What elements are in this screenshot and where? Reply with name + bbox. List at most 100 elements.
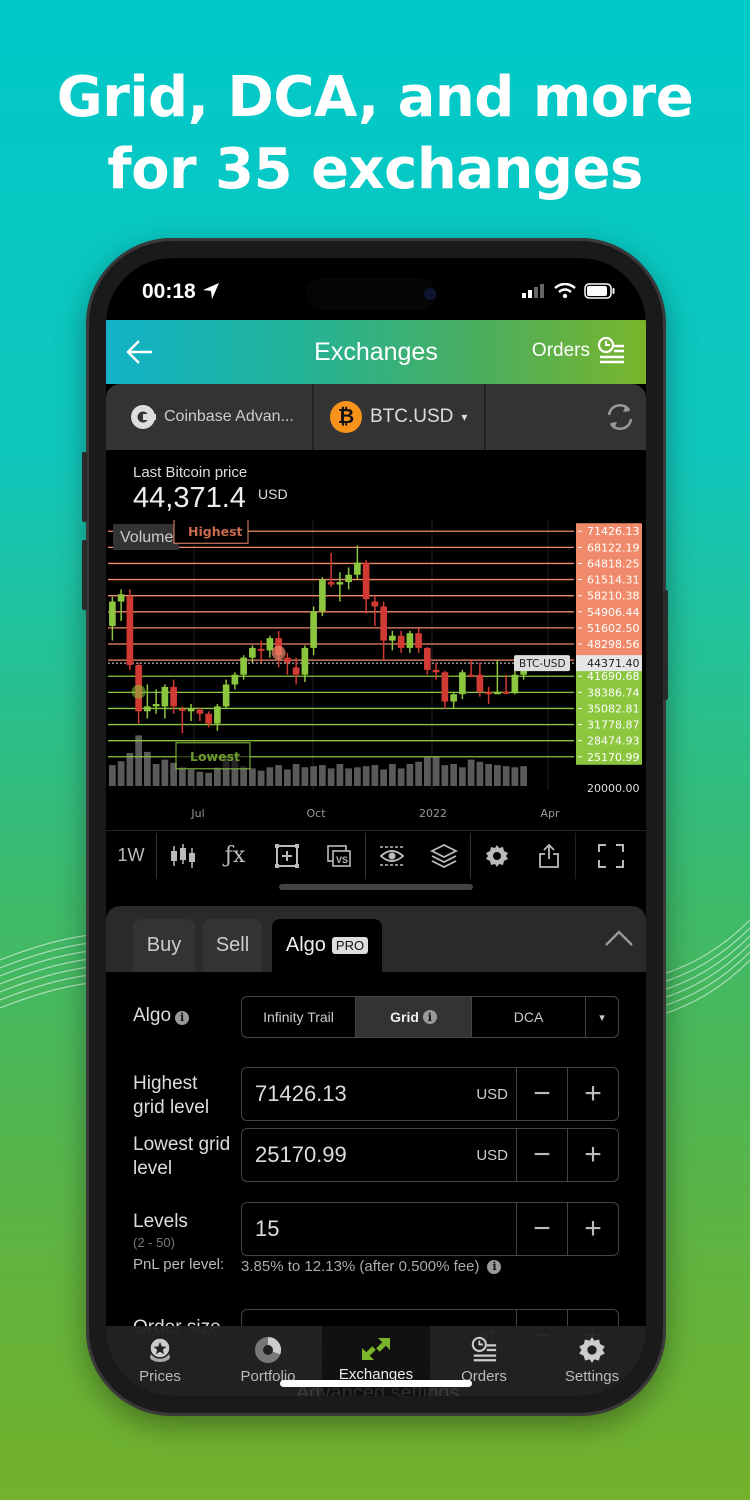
headline-line-2: for 35 exchanges	[107, 137, 643, 202]
candle-body	[196, 709, 204, 714]
volume-bar	[275, 765, 282, 786]
info-icon[interactable]: i	[487, 1259, 502, 1274]
volume-bar	[459, 767, 466, 786]
volume-bar	[450, 764, 457, 786]
levels-label: Levels (2 - 50)	[133, 1210, 188, 1252]
levels-field: 15 − +	[241, 1202, 619, 1256]
phone-screen: 00:18 Exchanges Orders Coinbase Advan...…	[106, 258, 646, 1396]
fullscreen-button[interactable]	[576, 831, 646, 881]
highest-increment-button[interactable]: +	[567, 1068, 618, 1120]
candle-body	[257, 648, 265, 651]
orders-button[interactable]: Orders	[532, 336, 626, 366]
tabbar-settings-label: Settings	[564, 1368, 620, 1385]
levels-input[interactable]: 15	[242, 1203, 516, 1255]
chart-settings-button[interactable]	[471, 831, 523, 881]
chevron-up-icon[interactable]	[604, 928, 634, 948]
tab-buy[interactable]: Buy	[133, 919, 195, 972]
highest-grid-input[interactable]: 71426.13	[242, 1068, 476, 1120]
market-selector: Coinbase Advan... ₿ BTC.USD ▾	[106, 384, 646, 450]
volume-bar	[441, 765, 449, 786]
sell-level-label: 68122.19	[587, 541, 640, 554]
status-bar: 00:18	[106, 258, 646, 320]
orders-label: Orders	[531, 340, 590, 361]
volume-bar	[511, 767, 519, 786]
info-icon[interactable]: i	[422, 1010, 437, 1024]
last-price-value: 44,371.4	[133, 482, 246, 514]
lowest-grid-input[interactable]: 25170.99	[242, 1129, 476, 1181]
highest-label-line2: grid level	[133, 1097, 210, 1118]
volume-bar	[467, 759, 475, 786]
tab-algo[interactable]: Algo PRO	[272, 919, 382, 972]
candle-body	[371, 601, 379, 607]
volume-bar	[257, 770, 265, 786]
pair-picker[interactable]: ₿ BTC.USD ▾	[314, 384, 486, 450]
volume-bar	[406, 764, 414, 786]
candle-body	[284, 657, 291, 663]
toolbar-scrollbar[interactable]	[279, 884, 473, 890]
tab-sell-label: Sell	[215, 934, 250, 956]
price-chart[interactable]: 71426.13 68122.19 64818.25 61514.31 58210.38…	[106, 520, 646, 830]
tab-sell[interactable]: Sell	[203, 919, 262, 972]
share-button[interactable]	[523, 831, 575, 881]
algo-option-dca[interactable]: DCA	[472, 997, 586, 1037]
volume-bar	[179, 766, 186, 786]
levels-increment-button[interactable]: +	[567, 1203, 618, 1255]
lowest-increment-button[interactable]: +	[567, 1129, 618, 1181]
x-tick-label: Apr	[540, 807, 560, 820]
levels-decrement-button[interactable]: −	[516, 1203, 567, 1255]
candle-body	[249, 647, 256, 658]
buy-marker	[131, 684, 146, 699]
visibility-button[interactable]	[366, 831, 418, 881]
exchange-name: Coinbase Advan...	[164, 408, 294, 425]
interval-button[interactable]: 1W	[106, 831, 156, 881]
buy-level-label: 31778.87	[587, 719, 640, 732]
algo-option-infinity-trail[interactable]: Infinity Trail	[242, 997, 356, 1037]
algo-option-grid[interactable]: Grid i	[356, 997, 472, 1037]
refresh-button[interactable]	[486, 384, 646, 450]
tabbar-prices-label: Prices	[139, 1368, 181, 1385]
candle-body	[231, 674, 239, 685]
algo-more-dropdown[interactable]: ▾	[586, 997, 618, 1037]
indicators-button[interactable]: ƒx	[209, 831, 261, 881]
candle-body	[109, 601, 116, 626]
candle-body	[450, 694, 457, 702]
orders-clock-list-icon	[597, 336, 624, 364]
volume-bar	[415, 761, 422, 786]
algo-label-text: Algo	[133, 1005, 172, 1026]
highest-label-line1: Highest	[133, 1073, 198, 1094]
compare-button[interactable]: VS	[313, 831, 365, 881]
volume-bar	[117, 761, 125, 786]
candle-body	[292, 667, 300, 675]
algo-selector: Infinity Trail Grid i DCA ▾	[241, 996, 619, 1038]
candle-body	[222, 684, 230, 707]
volume-bar	[432, 756, 440, 786]
candle-body	[354, 562, 361, 575]
nav-bar: Exchanges Orders	[106, 320, 646, 384]
volume-bar	[161, 759, 169, 786]
tabbar-prices[interactable]: Prices	[106, 1326, 214, 1396]
volume-label: Volume	[120, 529, 173, 546]
layers-button[interactable]	[418, 831, 470, 881]
drawing-button[interactable]	[261, 831, 313, 881]
pro-badge: PRO	[331, 937, 369, 954]
order-tabs: Buy Sell Algo PRO	[106, 906, 646, 972]
candle-body	[161, 686, 169, 707]
sell-level-label: 48298.56	[587, 638, 640, 651]
dynamic-island	[306, 278, 436, 310]
buy-level-label: 38386.74	[587, 686, 640, 699]
orders-clock-list-icon	[471, 1336, 497, 1362]
exchange-picker[interactable]: Coinbase Advan...	[106, 384, 314, 450]
info-icon[interactable]: i	[175, 1011, 190, 1025]
highest-decrement-button[interactable]: −	[516, 1068, 567, 1120]
settings-gear-icon	[579, 1337, 605, 1363]
sell-level-label: 61514.31	[587, 574, 640, 587]
sell-level-label: 58210.38	[587, 590, 640, 603]
signal-icon	[522, 284, 544, 298]
volume-bar	[327, 768, 335, 786]
volume-bar	[345, 768, 352, 786]
tabbar-settings[interactable]: Settings	[538, 1326, 646, 1396]
add-drawing-icon	[275, 843, 299, 868]
current-price-axis-label: 44371.40	[587, 657, 640, 670]
lowest-decrement-button[interactable]: −	[516, 1129, 567, 1181]
chart-type-button[interactable]	[157, 831, 209, 881]
